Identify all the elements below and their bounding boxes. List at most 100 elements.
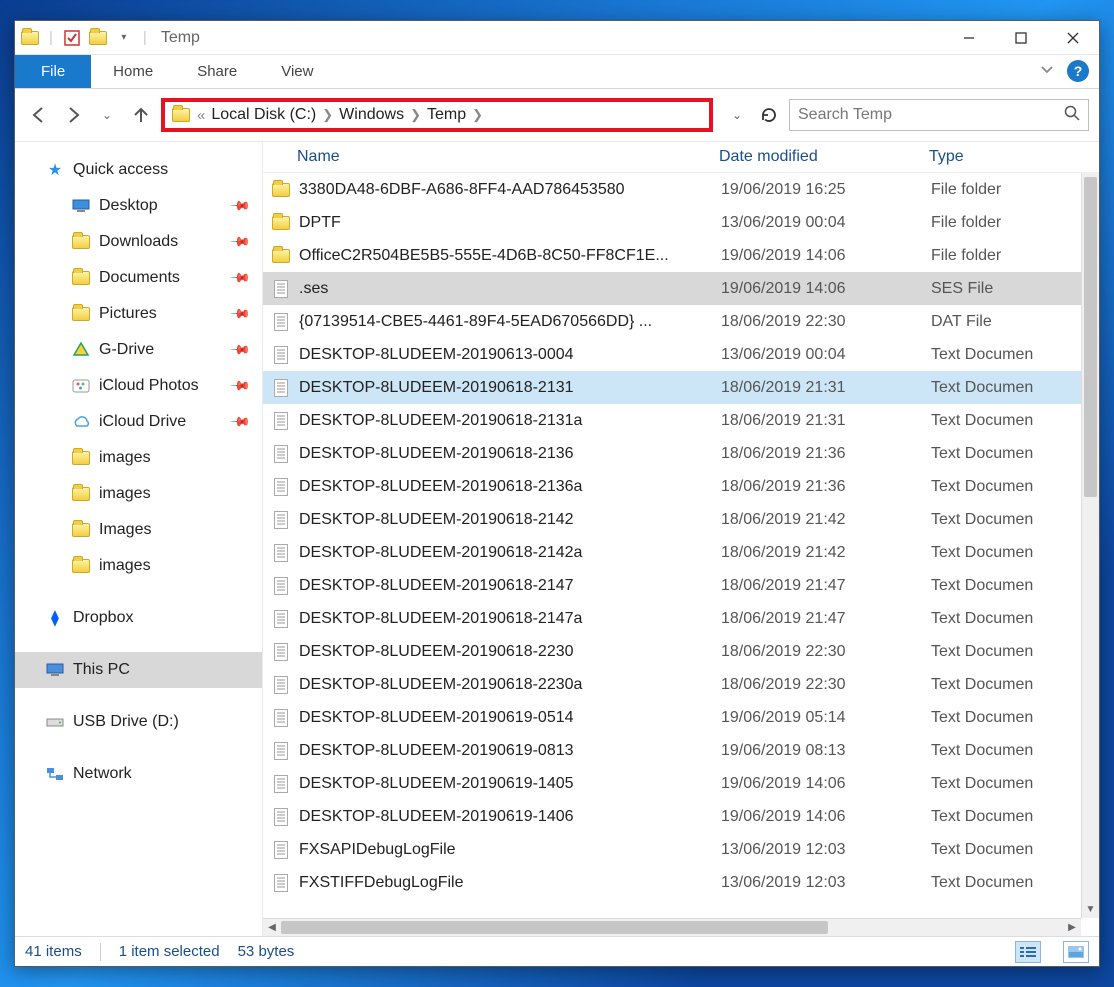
tab-file[interactable]: File — [15, 55, 91, 88]
file-row[interactable]: OfficeC2R504BE5B5-555E-4D6B-8C50-FF8CF1E… — [263, 239, 1081, 272]
sidebar-item[interactable]: images — [15, 440, 262, 476]
file-row[interactable]: DESKTOP-8LUDEEM-20190619-051419/06/2019 … — [263, 701, 1081, 734]
chevron-right-icon[interactable]: ❯ — [404, 107, 427, 123]
up-button[interactable] — [127, 101, 155, 129]
breadcrumb-segment[interactable]: Windows — [339, 106, 404, 124]
sidebar-item-label: images — [99, 449, 151, 467]
file-type: Text Documen — [931, 643, 1081, 661]
search-input[interactable]: Search Temp — [789, 99, 1089, 131]
file-row[interactable]: DESKTOP-8LUDEEM-20190618-2131a18/06/2019… — [263, 404, 1081, 437]
file-icon — [271, 510, 291, 530]
col-name[interactable]: Name — [297, 148, 719, 166]
file-row[interactable]: DESKTOP-8LUDEEM-20190618-2136a18/06/2019… — [263, 470, 1081, 503]
sidebar-network[interactable]: Network — [15, 756, 262, 792]
scroll-right-icon[interactable]: ▶ — [1063, 922, 1081, 933]
refresh-button[interactable] — [755, 101, 783, 129]
file-row[interactable]: DESKTOP-8LUDEEM-20190618-214218/06/2019 … — [263, 503, 1081, 536]
col-type[interactable]: Type — [929, 148, 1089, 166]
sidebar-item[interactable]: Pictures📌 — [15, 296, 262, 332]
qat-dropdown-icon[interactable]: ▾ — [115, 29, 133, 47]
file-row[interactable]: DESKTOP-8LUDEEM-20190613-000413/06/2019 … — [263, 338, 1081, 371]
address-dropdown-icon[interactable]: ⌄ — [723, 101, 751, 129]
file-date: 18/06/2019 22:30 — [721, 313, 931, 331]
file-name: DESKTOP-8LUDEEM-20190618-2136a — [299, 478, 721, 496]
sidebar-item[interactable]: Images — [15, 512, 262, 548]
window-title: Temp — [149, 29, 200, 47]
crumb-overflow-icon[interactable]: « — [191, 107, 211, 124]
vertical-scrollbar[interactable]: ▲ ▼ — [1081, 173, 1099, 918]
tab-view[interactable]: View — [259, 55, 335, 88]
sidebar-item[interactable]: images — [15, 476, 262, 512]
scroll-thumb-h[interactable] — [281, 921, 828, 934]
file-row[interactable]: DESKTOP-8LUDEEM-20190619-140519/06/2019 … — [263, 767, 1081, 800]
sidebar-item[interactable]: images — [15, 548, 262, 584]
back-button[interactable] — [25, 101, 53, 129]
sidebar-item[interactable]: iCloud Photos📌 — [15, 368, 262, 404]
breadcrumb-segment[interactable]: Local Disk (C:) — [211, 106, 316, 124]
file-row[interactable]: {07139514-CBE5-4461-89F4-5EAD670566DD} .… — [263, 305, 1081, 338]
file-date: 19/06/2019 08:13 — [721, 742, 931, 760]
chevron-right-icon[interactable]: ❯ — [466, 107, 489, 123]
address-bar[interactable]: « Local Disk (C:) ❯ Windows ❯ Temp ❯ — [161, 98, 713, 132]
sidebar-usb[interactable]: USB Drive (D:) — [15, 704, 262, 740]
scroll-thumb[interactable] — [1084, 177, 1097, 497]
file-row[interactable]: DESKTOP-8LUDEEM-20190618-213118/06/2019 … — [263, 371, 1081, 404]
ribbon-expand-icon[interactable] — [1031, 55, 1063, 88]
file-row[interactable]: FXSAPIDebugLogFile13/06/2019 12:03Text D… — [263, 833, 1081, 866]
file-row[interactable]: DPTF13/06/2019 00:04File folder — [263, 206, 1081, 239]
chevron-right-icon[interactable]: ❯ — [316, 107, 339, 123]
file-date: 13/06/2019 00:04 — [721, 346, 931, 364]
file-row[interactable]: DESKTOP-8LUDEEM-20190618-214718/06/2019 … — [263, 569, 1081, 602]
file-row[interactable]: DESKTOP-8LUDEEM-20190619-140619/06/2019 … — [263, 800, 1081, 833]
minimize-button[interactable] — [943, 21, 995, 55]
file-name: DESKTOP-8LUDEEM-20190619-1406 — [299, 808, 721, 826]
scroll-down-icon[interactable]: ▼ — [1082, 900, 1099, 918]
thumbnails-view-button[interactable] — [1063, 941, 1089, 963]
sidebar-dropbox[interactable]: ⧫ Dropbox — [15, 600, 262, 636]
file-row[interactable]: DESKTOP-8LUDEEM-20190619-081319/06/2019 … — [263, 734, 1081, 767]
sidebar-item[interactable]: Documents📌 — [15, 260, 262, 296]
new-folder-icon[interactable] — [89, 29, 107, 47]
scroll-left-icon[interactable]: ◀ — [263, 922, 281, 933]
help-button[interactable]: ? — [1067, 60, 1089, 82]
file-row[interactable]: DESKTOP-8LUDEEM-20190618-2230a18/06/2019… — [263, 668, 1081, 701]
tab-home[interactable]: Home — [91, 55, 175, 88]
file-icon — [271, 378, 291, 398]
forward-button[interactable] — [59, 101, 87, 129]
file-type: Text Documen — [931, 577, 1081, 595]
sidebar-item[interactable]: Downloads📌 — [15, 224, 262, 260]
pin-icon: 📌 — [229, 411, 252, 434]
breadcrumb-segment[interactable]: Temp — [427, 106, 466, 124]
details-view-button[interactable] — [1015, 941, 1041, 963]
file-row[interactable]: DESKTOP-8LUDEEM-20190618-223018/06/2019 … — [263, 635, 1081, 668]
close-button[interactable] — [1047, 21, 1099, 55]
file-row[interactable]: .ses19/06/2019 14:06SES File — [263, 272, 1081, 305]
file-type: Text Documen — [931, 445, 1081, 463]
file-row[interactable]: FXSTIFFDebugLogFile13/06/2019 12:03Text … — [263, 866, 1081, 899]
sidebar-item[interactable]: Desktop📌 — [15, 188, 262, 224]
search-icon[interactable] — [1064, 105, 1080, 126]
maximize-button[interactable] — [995, 21, 1047, 55]
col-date[interactable]: Date modified — [719, 148, 929, 166]
sidebar-item[interactable]: iCloud Drive📌 — [15, 404, 262, 440]
folder-icon — [71, 520, 91, 540]
file-date: 18/06/2019 22:30 — [721, 676, 931, 694]
file-row[interactable]: 3380DA48-6DBF-A686-8FF4-AAD78645358019/0… — [263, 173, 1081, 206]
recent-dropdown-icon[interactable]: ⌄ — [93, 101, 121, 129]
folder-icon — [271, 180, 291, 200]
sidebar-item[interactable]: G-Drive📌 — [15, 332, 262, 368]
file-name: DPTF — [299, 214, 721, 232]
file-row[interactable]: DESKTOP-8LUDEEM-20190618-213618/06/2019 … — [263, 437, 1081, 470]
file-row[interactable]: DESKTOP-8LUDEEM-20190618-2142a18/06/2019… — [263, 536, 1081, 569]
file-name: DESKTOP-8LUDEEM-20190613-0004 — [299, 346, 721, 364]
pin-icon: 📌 — [229, 375, 252, 398]
horizontal-scrollbar[interactable]: ◀ ▶ — [263, 918, 1081, 936]
properties-icon[interactable] — [63, 29, 81, 47]
tab-share[interactable]: Share — [175, 55, 259, 88]
sidebar-quick-access[interactable]: ★ Quick access — [15, 152, 262, 188]
file-date: 19/06/2019 14:06 — [721, 280, 931, 298]
file-row[interactable]: DESKTOP-8LUDEEM-20190618-2147a18/06/2019… — [263, 602, 1081, 635]
sidebar-this-pc[interactable]: This PC — [15, 652, 262, 688]
file-date: 18/06/2019 21:36 — [721, 445, 931, 463]
file-name: DESKTOP-8LUDEEM-20190618-2147a — [299, 610, 721, 628]
